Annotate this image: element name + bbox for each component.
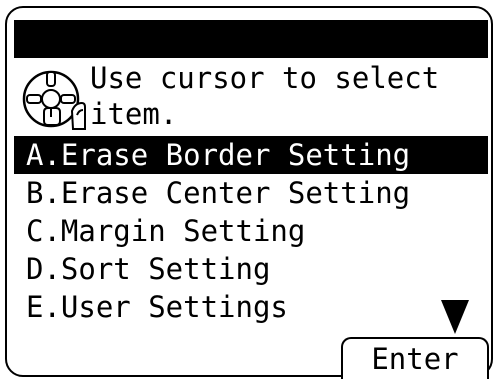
down-triangle-icon[interactable] xyxy=(441,300,469,334)
settings-menu: A.Erase Border Setting B.Erase Center Se… xyxy=(14,136,488,326)
menu-item-erase-center[interactable]: B.Erase Center Setting xyxy=(14,174,488,212)
menu-item-user-settings[interactable]: E.User Settings xyxy=(14,288,488,326)
menu-item-erase-border[interactable]: A.Erase Border Setting xyxy=(14,136,488,174)
menu-item-margin[interactable]: C.Margin Setting xyxy=(14,212,488,250)
menu-item-sort[interactable]: D.Sort Setting xyxy=(14,250,488,288)
instruction-text-line1: Use cursor to select xyxy=(90,61,440,95)
instruction-area: Use cursor to select item. xyxy=(14,60,484,136)
title-bar: Copy Settings xyxy=(14,20,488,94)
cursor-pad-icon xyxy=(22,70,86,130)
instruction-text-line2: item. xyxy=(90,97,178,131)
enter-button[interactable]: Enter xyxy=(341,337,489,379)
